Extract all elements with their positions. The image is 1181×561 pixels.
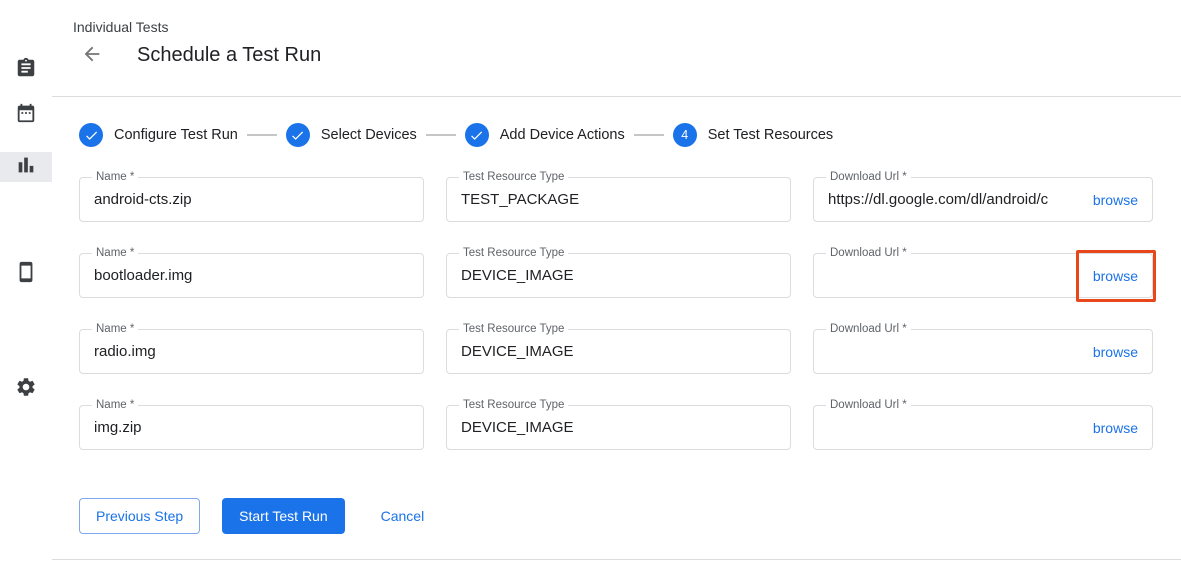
test-resource-type-field: Test Resource Type [446,405,791,450]
download-url-field: Download Url * browse [813,253,1153,298]
test-resources-form: Name * Test Resource Type Download Url *… [79,177,1181,450]
calendar-icon [15,102,37,129]
step-set-test-resources[interactable]: 4 Set Test Resources [673,123,833,147]
test-resource-type-field: Test Resource Type [446,329,791,374]
field-label: Name * [92,170,138,184]
previous-step-button[interactable]: Previous Step [79,498,200,534]
name-input[interactable] [80,254,423,297]
field-label: Download Url * [826,322,911,336]
stepper: Configure Test Run Select Devices Add De… [79,123,1181,147]
test-resource-type-input[interactable] [447,406,790,449]
back-button[interactable] [80,43,104,67]
test-resource-type-input[interactable] [447,254,790,297]
download-url-input[interactable] [814,330,1093,373]
cancel-button[interactable]: Cancel [365,498,441,534]
check-icon [286,123,310,147]
step-add-device-actions[interactable]: Add Device Actions [465,123,625,147]
step-connector [634,134,664,136]
section-label: Individual Tests [73,19,168,35]
browse-link[interactable]: browse [1093,420,1152,436]
sidebar-item-devices[interactable] [0,259,52,289]
step-label: Configure Test Run [114,127,238,143]
name-field: Name * [79,177,424,222]
test-resource-type-input[interactable] [447,178,790,221]
page-title: Schedule a Test Run [137,44,321,67]
step-configure-test-run[interactable]: Configure Test Run [79,123,238,147]
download-url-input[interactable] [814,254,1093,297]
field-label: Name * [92,246,138,260]
field-label: Download Url * [826,398,911,412]
download-url-field: Download Url * browse [813,329,1153,374]
gear-icon [15,376,37,403]
browse-link[interactable]: browse [1093,192,1152,208]
field-label: Test Resource Type [459,170,568,184]
test-resource-type-field: Test Resource Type [446,177,791,222]
title-row: Schedule a Test Run [80,43,321,67]
main-content: Individual Tests Schedule a Test Run Con… [52,0,1181,534]
check-icon [465,123,489,147]
name-input[interactable] [80,178,423,221]
sidebar [0,0,52,561]
content-area: Configure Test Run Select Devices Add De… [52,97,1181,534]
name-input[interactable] [80,330,423,373]
download-url-input[interactable] [814,178,1093,221]
step-select-devices[interactable]: Select Devices [286,123,417,147]
step-connector [247,134,277,136]
step-label: Select Devices [321,127,417,143]
browse-link[interactable]: browse [1093,268,1152,284]
action-buttons: Previous Step Start Test Run Cancel [79,498,1181,534]
assignment-icon [15,57,37,84]
arrow-back-icon [81,43,103,68]
field-label: Name * [92,322,138,336]
download-url-field: Download Url * browse [813,177,1153,222]
sidebar-item-test-plans[interactable] [0,100,52,130]
start-test-run-button[interactable]: Start Test Run [222,498,344,534]
page-header: Individual Tests Schedule a Test Run [52,0,1181,97]
name-field: Name * [79,253,424,298]
step-label: Add Device Actions [500,127,625,143]
step-connector [426,134,456,136]
name-field: Name * [79,329,424,374]
sidebar-item-test-runs[interactable] [0,152,52,182]
check-icon [79,123,103,147]
test-resource-type-field: Test Resource Type [446,253,791,298]
name-field: Name * [79,405,424,450]
field-label: Download Url * [826,246,911,260]
smartphone-icon [15,261,37,288]
test-resource-type-input[interactable] [447,330,790,373]
sidebar-item-tests[interactable] [0,55,52,85]
field-label: Test Resource Type [459,246,568,260]
field-label: Test Resource Type [459,322,568,336]
step-label: Set Test Resources [708,127,833,143]
app-window: Individual Tests Schedule a Test Run Con… [0,0,1181,561]
field-label: Test Resource Type [459,398,568,412]
bar-chart-icon [15,154,37,181]
browse-link[interactable]: browse [1093,344,1152,360]
field-label: Name * [92,398,138,412]
name-input[interactable] [80,406,423,449]
download-url-field: Download Url * browse [813,405,1153,450]
download-url-input[interactable] [814,406,1093,449]
step-number-badge: 4 [673,123,697,147]
sidebar-item-settings[interactable] [0,374,52,404]
field-label: Download Url * [826,170,911,184]
